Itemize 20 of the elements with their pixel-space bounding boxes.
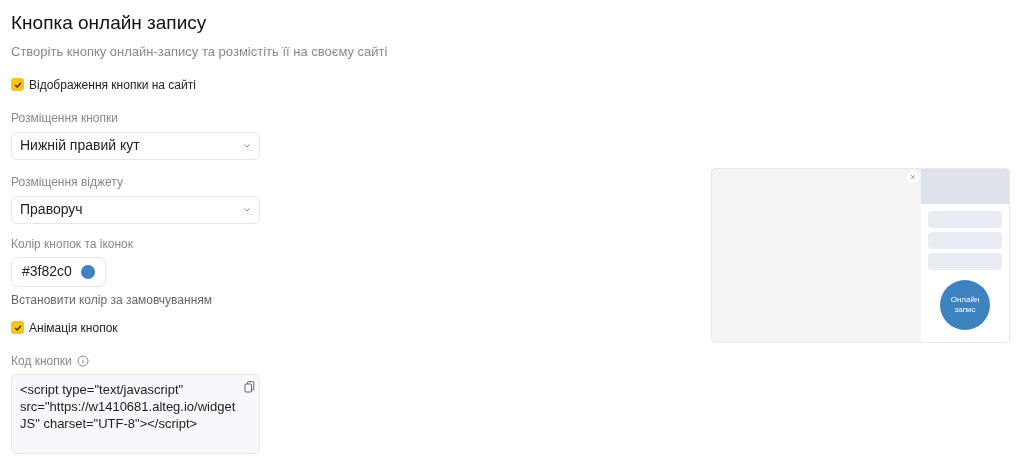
checkbox-label: Відображення кнопки на сайті xyxy=(29,76,196,94)
checkbox[interactable] xyxy=(11,321,24,334)
dropdown[interactable]: Праворуч xyxy=(11,195,260,224)
field-label: Розміщення кнопки xyxy=(11,109,119,127)
page-subtitle: Створіть кнопку онлайн-запису та розмістіть її на своєму сайті xyxy=(11,43,389,61)
code-box[interactable]: <script type="text/javascript" src="https://w1410681.alteg.io/widgetJS" charset="UTF-8"></script> xyxy=(11,373,260,454)
field-label: Розміщення віджету xyxy=(11,173,124,191)
dropdown[interactable]: Нижній правий кут xyxy=(11,131,260,160)
field-label: Колір кнопок та іконок xyxy=(11,235,135,253)
reset-color-link[interactable]: Встановити колір за замовчуванням xyxy=(11,290,660,309)
checkbox[interactable] xyxy=(11,78,24,91)
color-field[interactable]: #3f82c0 xyxy=(11,256,106,287)
checkmark-icon xyxy=(13,323,22,332)
chevron-down-icon xyxy=(243,206,251,213)
checkbox-label: Анімація кнопок xyxy=(29,319,118,337)
chevron-down-icon xyxy=(243,142,251,149)
checkmark-icon xyxy=(13,80,22,89)
page-title: Кнопка онлайн запису xyxy=(11,11,208,35)
field-label: Код кнопки xyxy=(11,352,72,370)
copy-icon[interactable] xyxy=(244,380,255,393)
